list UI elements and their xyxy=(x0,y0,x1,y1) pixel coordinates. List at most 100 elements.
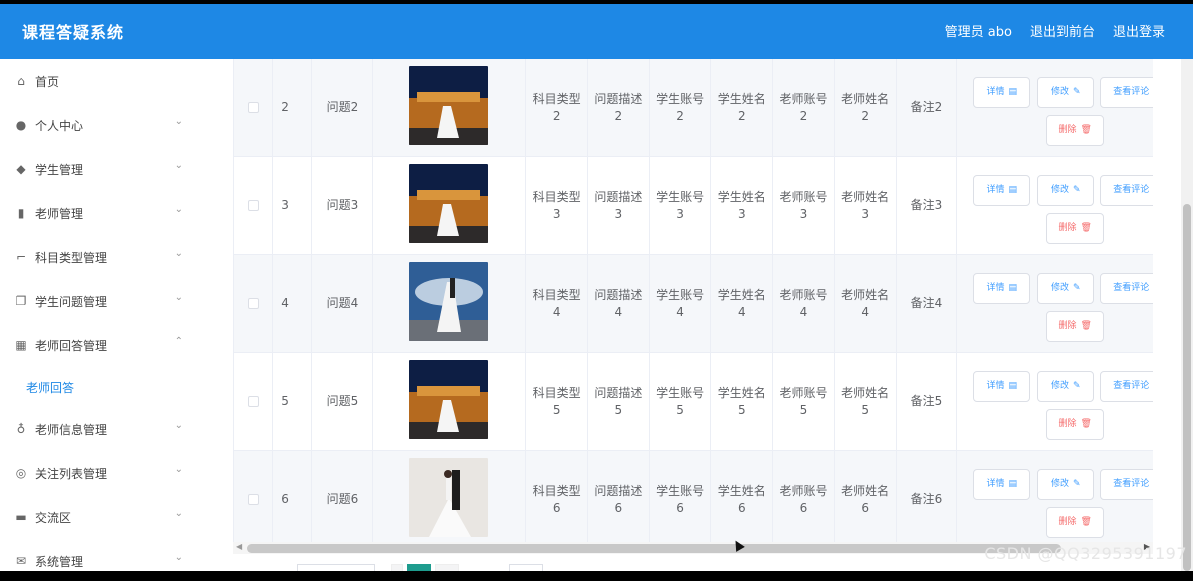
mail-icon: ✉ xyxy=(15,554,27,568)
detail-button[interactable]: 详情 ▤ xyxy=(973,371,1031,402)
table-cell-desc: 问题描述 6 xyxy=(588,451,650,542)
sidebar-item-6[interactable]: ▦ 老师回答管理 ⌃ xyxy=(0,323,217,367)
trash-icon: 🗑 xyxy=(1080,125,1092,135)
sidebar: ⌂ 首页 ● 个人中心 ⌄ ◆ 学生管理 ⌄ ▮ 老师管理 ⌄ ⌐ 科目类型管理 ⌄ ❐ 学生问题管理 ⌄ ▦ 老师… xyxy=(0,59,217,571)
view-button-label: 查看评论 xyxy=(1113,87,1150,97)
row-photo[interactable] xyxy=(409,359,489,444)
table-cell-photo xyxy=(373,255,527,352)
view-comments-button[interactable]: 查看评论 xyxy=(1100,371,1153,402)
cell-value: 6 xyxy=(552,500,561,515)
edit-button-label: 修改 xyxy=(1050,87,1069,97)
cell-text: 学生姓名 xyxy=(717,91,766,106)
delete-button[interactable]: 删除 🗑 xyxy=(1046,311,1105,342)
cell-value: 4 xyxy=(552,304,561,319)
delete-button[interactable]: 删除 🗑 xyxy=(1046,213,1105,244)
cell-text: 老师姓名 xyxy=(841,287,890,302)
sidebar-item-label: 科目类型管理 xyxy=(35,250,108,265)
vertical-scrollbar-thumb[interactable] xyxy=(1183,204,1191,571)
table-cell-sacc: 学生账号 5 xyxy=(650,353,712,450)
chevron-icon: ⌄ xyxy=(174,204,183,215)
row-photo[interactable] xyxy=(409,163,489,248)
cell-text: 老师姓名 xyxy=(841,483,890,498)
table-row: 4 问题4 科目类型 4 问题描述 4 学生账号 4 学生姓名 4 老师账号 4 老师姓名 4 备注4 详情 ▤… xyxy=(234,255,1153,353)
chevron-icon: ⌄ xyxy=(174,116,183,127)
sidebar-item-label: 个人中心 xyxy=(35,118,84,133)
table-cell-sacc: 学生账号 3 xyxy=(650,157,712,254)
table-cell-photo xyxy=(373,157,527,254)
page-number-active[interactable] xyxy=(407,564,431,571)
delete-button[interactable]: 删除 🗑 xyxy=(1046,409,1105,440)
edit-button[interactable]: 修改 ✎ xyxy=(1037,175,1095,206)
vertical-scrollbar[interactable] xyxy=(1181,59,1193,571)
sidebar-item-7[interactable]: ♁ 老师信息管理 ⌄ xyxy=(0,407,217,451)
detail-button-label: 详情 xyxy=(986,283,1005,293)
row-checkbox[interactable] xyxy=(247,200,259,211)
detail-button-label: 详情 xyxy=(986,185,1005,195)
edit-button[interactable]: 修改 ✎ xyxy=(1037,469,1095,500)
goto-page-input[interactable] xyxy=(509,564,543,571)
edit-button[interactable]: 修改 ✎ xyxy=(1037,273,1095,304)
sidebar-item-0[interactable]: ⌂ 首页 xyxy=(0,59,217,103)
table-cell-subject: 科目类型 2 xyxy=(526,59,589,156)
row-photo[interactable] xyxy=(409,261,489,346)
sidebar-item-label: 老师回答管理 xyxy=(35,338,108,353)
table-cell-id: 3 xyxy=(273,157,312,254)
sidebar-item-5[interactable]: ❐ 学生问题管理 ⌄ xyxy=(0,279,217,323)
sidebar-item-2[interactable]: ◆ 学生管理 ⌄ xyxy=(0,147,217,191)
view-comments-button[interactable]: 查看评论 xyxy=(1100,469,1153,500)
view-comments-button[interactable]: 查看评论 xyxy=(1100,273,1153,304)
view-comments-button[interactable]: 查看评论 xyxy=(1100,175,1153,206)
row-checkbox[interactable] xyxy=(247,298,259,309)
sidebar-item-9[interactable]: ▬ 交流区 ⌄ xyxy=(0,495,217,539)
cell-text: 学生账号 xyxy=(656,189,705,204)
sidebar-item-1[interactable]: ● 个人中心 ⌄ xyxy=(0,103,217,147)
cell-value: 6 xyxy=(861,500,869,515)
page-size-select[interactable] xyxy=(297,564,375,571)
sidebar-item-10[interactable]: ✉ 系统管理 ⌄ xyxy=(0,539,217,571)
table-cell-id: 6 xyxy=(273,451,312,542)
detail-button[interactable]: 详情 ▤ xyxy=(973,175,1031,206)
sidebar-item-4[interactable]: ⌐ 科目类型管理 ⌄ xyxy=(0,235,217,279)
table-cell-checkbox xyxy=(234,255,274,352)
logout-link[interactable]: 退出登录 xyxy=(1113,21,1165,40)
table-cell-subject: 科目类型 4 xyxy=(526,255,589,352)
user-icon: ● xyxy=(15,118,27,132)
chevron-icon: ⌄ xyxy=(174,292,183,303)
scrollbar-thumb[interactable] xyxy=(247,544,1061,553)
row-checkbox[interactable] xyxy=(247,396,259,407)
sidebar-item-3[interactable]: ▮ 老师管理 ⌄ xyxy=(0,191,217,235)
sidebar-item-8[interactable]: ◎ 关注列表管理 ⌄ xyxy=(0,451,217,495)
sidebar-subitem-teacher-answer[interactable]: 老师回答 xyxy=(0,367,217,407)
next-page-button[interactable] xyxy=(435,564,459,571)
edit-button[interactable]: 修改 ✎ xyxy=(1037,371,1095,402)
cell-value: 2 xyxy=(614,108,623,123)
cell-text: 老师姓名 xyxy=(841,385,890,400)
delete-button[interactable]: 删除 🗑 xyxy=(1046,115,1105,146)
delete-button[interactable]: 删除 🗑 xyxy=(1046,507,1105,538)
table-cell-desc: 问题描述 3 xyxy=(588,157,650,254)
row-photo[interactable] xyxy=(409,457,489,542)
top-bar: 课程答疑系统 管理员 abo 退出到前台 退出登录 xyxy=(0,4,1193,59)
table-cell-checkbox xyxy=(234,353,274,450)
row-checkbox[interactable] xyxy=(247,494,259,505)
detail-button[interactable]: 详情 ▤ xyxy=(973,77,1031,108)
table-cell-desc: 问题描述 5 xyxy=(588,353,650,450)
table-cell-photo xyxy=(373,451,527,542)
table-cell-note: 备注2 xyxy=(897,59,958,156)
scroll-left-icon[interactable]: ◀ xyxy=(236,542,242,551)
detail-button[interactable]: 详情 ▤ xyxy=(973,273,1031,304)
back-to-front-link[interactable]: 退出到前台 xyxy=(1030,21,1095,40)
row-checkbox[interactable] xyxy=(247,102,259,113)
table-row: 6 问题6 科目类型 6 问题描述 6 学生账号 6 学生姓名 6 老师账号 6 老师姓名 6 备注6 详情 ▤… xyxy=(234,451,1153,542)
prev-page-button[interactable] xyxy=(391,564,403,571)
cell-value: 5 xyxy=(676,402,684,417)
table-cell-checkbox xyxy=(234,451,274,542)
detail-button[interactable]: 详情 ▤ xyxy=(973,469,1031,500)
edit-button[interactable]: 修改 ✎ xyxy=(1037,77,1095,108)
view-comments-button[interactable]: 查看评论 xyxy=(1100,77,1153,108)
row-photo[interactable] xyxy=(409,65,489,150)
mic-icon: ♁ xyxy=(16,422,26,436)
table-cell-note: 备注3 xyxy=(897,157,958,254)
table-row: 5 问题5 科目类型 5 问题描述 5 学生账号 5 学生姓名 5 老师账号 5 老师姓名 5 备注5 详情 ▤… xyxy=(234,353,1153,451)
cell-text: 老师账号 xyxy=(779,287,828,302)
